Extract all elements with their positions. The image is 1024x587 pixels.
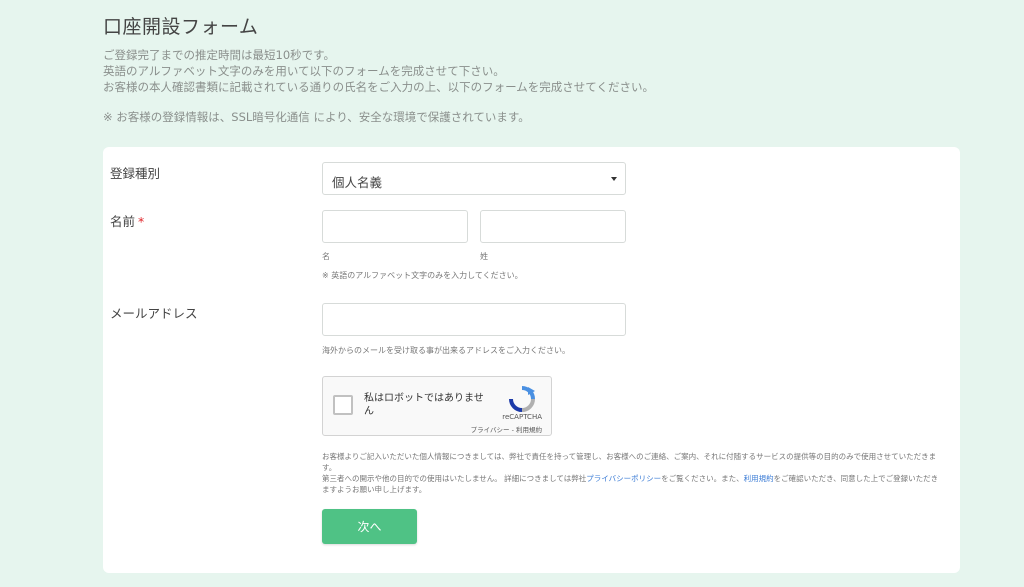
account-type-select[interactable]: 個人名義 [322,162,626,195]
first-name-input[interactable] [322,210,468,243]
recaptcha-widget: 私はロボットではありません reCAPTCHA プライバシー - 利用規約 [322,376,552,436]
recaptcha-brand: reCAPTCHA [502,413,542,421]
recaptcha-logo-icon [509,386,535,412]
account-type-label: 登録種別 [110,166,161,181]
intro-line-1: ご登録完了までの推定時間は最短10秒です。 [103,48,335,62]
name-label: 名前 * [110,211,144,230]
required-mark: * [138,214,145,229]
page-title: 口座開設フォーム [103,16,259,38]
intro-text: ご登録完了までの推定時間は最短10秒です。 英語のアルファベット文字のみを用いて… [103,47,654,95]
email-label: メールアドレス [110,306,198,321]
recaptcha-label: 私はロボットではありません [364,393,484,417]
intro-line-3: お客様の本人確認書類に記載されている通りの氏名をご入力の上、以下のフォームを完成… [103,80,654,94]
email-note: 海外からのメールを受け取る事が出来るアドレスをご入力ください。 [322,346,570,355]
next-button[interactable]: 次へ [322,509,417,544]
last-name-sublabel: 姓 [480,252,488,261]
intro-line-2: 英語のアルファベット文字のみを用いて以下のフォームを完成させて下さい。 [103,64,505,78]
privacy-notice: お客様よりご記入いただいた個人情報につきましては、弊社で責任を持って管理し、お客… [322,451,940,495]
ssl-note: ※ お客様の登録情報は、SSL暗号化通信 により、安全な環境で保護されています。 [103,110,530,124]
name-note: ※ 英語のアルファベット文字のみを入力してください。 [322,271,523,280]
caret-down-icon [611,177,617,181]
registration-form-card: 登録種別 個人名義 名前 * 名 姓 ※ 英語のアルファベット文字のみを入力してく… [103,147,960,573]
last-name-input[interactable] [480,210,626,243]
privacy-text-1: お客様よりご記入いただいた個人情報につきましては、弊社で責任を持って管理し、お客… [322,452,937,472]
privacy-text-3: をご覧ください。また、 [661,474,744,483]
first-name-sublabel: 名 [322,252,330,261]
recaptcha-checkbox[interactable] [333,395,353,415]
account-type-value: 個人名義 [332,175,383,190]
email-input[interactable] [322,303,626,336]
privacy-policy-link[interactable]: プライバシーポリシー [586,474,661,483]
terms-link[interactable]: 利用規約 [744,474,774,483]
name-label-text: 名前 [110,214,136,229]
privacy-text-2: 第三者への開示や他の目的での使用はいたしません。 詳細につきましては弊社 [322,474,587,483]
recaptcha-links[interactable]: プライバシー - 利用規約 [471,424,542,434]
